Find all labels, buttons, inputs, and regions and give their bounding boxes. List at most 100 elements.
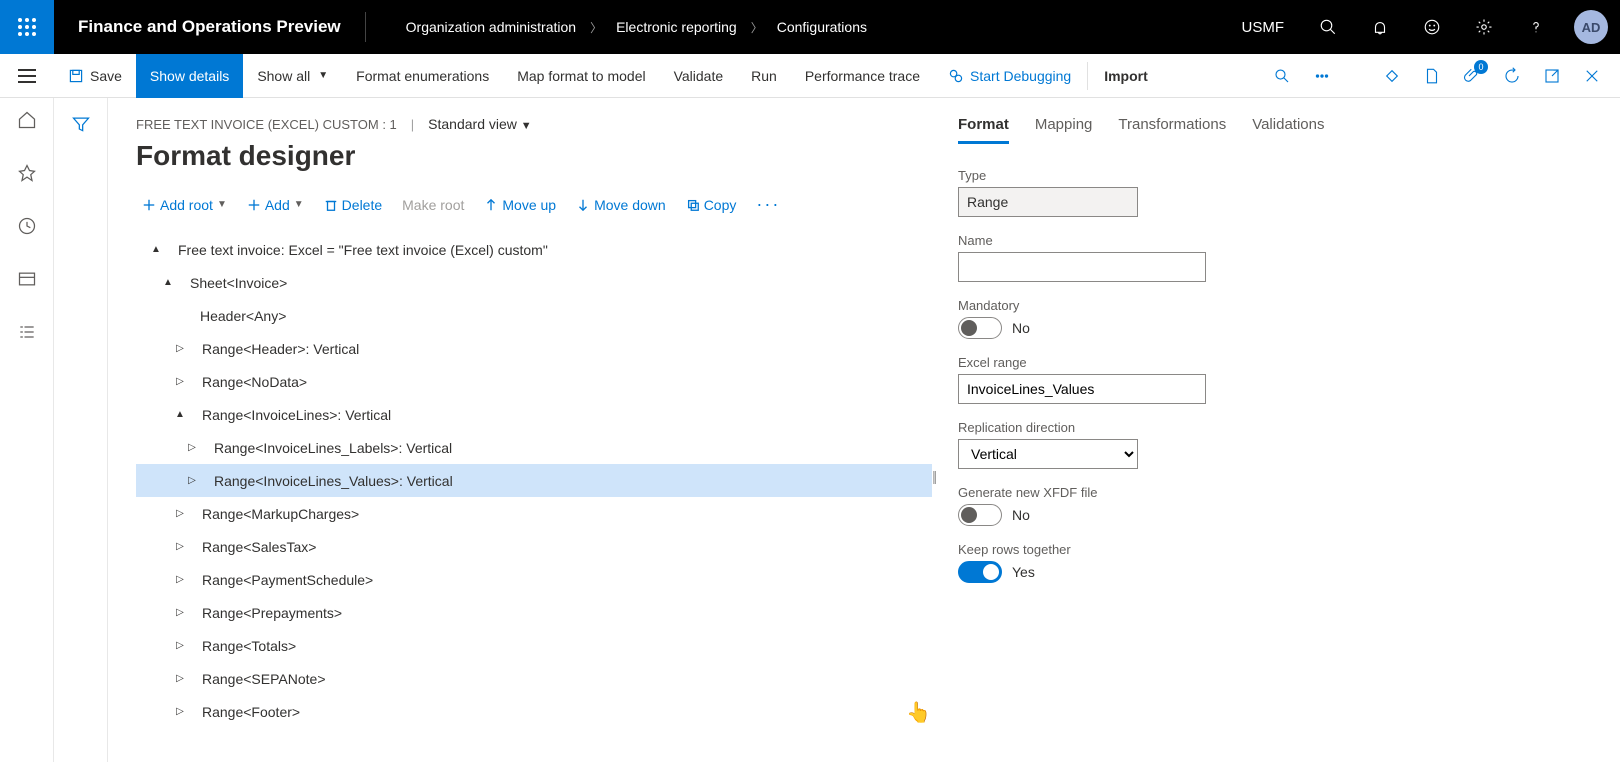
generate-xfdf-label: Generate new XFDF file (958, 485, 1620, 500)
more-button[interactable]: ··· (750, 190, 786, 219)
breadcrumb-item[interactable]: Organization administration (406, 19, 576, 35)
tree-node-range-salestax[interactable]: ▷Range<SalesTax> (136, 530, 932, 563)
home-icon[interactable] (17, 110, 37, 135)
type-field[interactable] (958, 187, 1138, 217)
move-up-button[interactable]: Move up (478, 193, 562, 217)
collapse-icon[interactable]: ▲ (172, 409, 188, 420)
expand-icon[interactable]: ▷ (172, 673, 188, 684)
add-root-button[interactable]: Add root ▼ (136, 193, 233, 217)
tree-node-range-invoicelines-values[interactable]: ▷Range<InvoiceLines_Values>: Vertical (136, 464, 932, 497)
view-selector[interactable]: Standard view ▼ (428, 116, 532, 132)
tree-node-root[interactable]: ▲Free text invoice: Excel = "Free text i… (136, 233, 932, 266)
expand-icon[interactable]: ▷ (184, 442, 200, 453)
keep-rows-toggle[interactable] (958, 561, 1002, 583)
performance-trace-button[interactable]: Performance trace (791, 54, 934, 98)
copy-button[interactable]: Copy (680, 193, 743, 217)
start-debugging-button[interactable]: Start Debugging (934, 54, 1085, 98)
tab-format[interactable]: Format (958, 116, 1009, 144)
hamburger-button[interactable] (0, 54, 54, 97)
help-icon[interactable] (1510, 0, 1562, 54)
app-launcher-button[interactable] (0, 0, 54, 54)
tab-transformations[interactable]: Transformations (1118, 116, 1226, 144)
chevron-right-icon: 〉 (590, 19, 602, 36)
star-icon[interactable] (17, 163, 37, 188)
breadcrumb-item[interactable]: Electronic reporting (616, 19, 737, 35)
right-pane: || Format Mapping Transformations Valida… (940, 98, 1620, 762)
expand-icon[interactable]: ▷ (172, 706, 188, 717)
show-details-button[interactable]: Show details (136, 54, 243, 98)
name-label: Name (958, 233, 1620, 248)
page-icon[interactable] (1412, 54, 1452, 98)
tree-node-range-paymentschedule[interactable]: ▷Range<PaymentSchedule> (136, 563, 932, 596)
keep-rows-label: Keep rows together (958, 542, 1620, 557)
attachment-icon[interactable]: 0 (1452, 54, 1492, 98)
refresh-icon[interactable] (1492, 54, 1532, 98)
show-all-button[interactable]: Show all ▼ (243, 54, 342, 98)
format-enumerations-button[interactable]: Format enumerations (342, 54, 503, 98)
company-label[interactable]: USMF (1224, 19, 1303, 36)
tree-node-range-nodata[interactable]: ▷Range<NoData> (136, 365, 932, 398)
expand-icon[interactable]: ▷ (184, 475, 200, 486)
expand-icon[interactable]: ▷ (172, 574, 188, 585)
mandatory-toggle[interactable] (958, 317, 1002, 339)
tab-validations[interactable]: Validations (1252, 116, 1324, 144)
map-format-button[interactable]: Map format to model (503, 54, 659, 98)
excel-range-label: Excel range (958, 355, 1620, 370)
run-button[interactable]: Run (737, 54, 791, 98)
tree-node-range-totals[interactable]: ▷Range<Totals> (136, 629, 932, 662)
bell-icon[interactable] (1354, 0, 1406, 54)
name-field[interactable] (958, 252, 1206, 282)
close-icon[interactable] (1572, 54, 1612, 98)
breadcrumb-item[interactable]: Configurations (777, 19, 867, 35)
move-down-button[interactable]: Move down (570, 193, 672, 217)
delete-button[interactable]: Delete (318, 193, 388, 217)
replication-direction-label: Replication direction (958, 420, 1620, 435)
expand-icon[interactable]: ▷ (172, 376, 188, 387)
header-pipe: | (411, 117, 414, 132)
expand-icon[interactable]: ▷ (172, 508, 188, 519)
popout-icon[interactable] (1532, 54, 1572, 98)
tree-view[interactable]: ▲Free text invoice: Excel = "Free text i… (136, 233, 940, 733)
excel-range-field[interactable] (958, 374, 1206, 404)
search-icon[interactable] (1302, 0, 1354, 54)
add-button[interactable]: Add ▼ (241, 193, 310, 217)
expand-icon[interactable]: ▷ (172, 343, 188, 354)
diamond-icon[interactable] (1372, 54, 1412, 98)
tree-node-header-any[interactable]: Header<Any> (136, 299, 932, 332)
expand-icon[interactable]: ▷ (172, 640, 188, 651)
smiley-icon[interactable] (1406, 0, 1458, 54)
replication-direction-select[interactable]: Vertical (958, 439, 1138, 469)
gear-icon[interactable] (1458, 0, 1510, 54)
tree-node-range-header[interactable]: ▷Range<Header>: Vertical (136, 332, 932, 365)
expand-icon[interactable]: ▷ (172, 607, 188, 618)
breadcrumb: Organization administration 〉 Electronic… (366, 19, 867, 36)
generate-xfdf-toggle[interactable] (958, 504, 1002, 526)
more-icon[interactable] (1302, 54, 1342, 98)
tree-node-range-invoicelines-labels[interactable]: ▷Range<InvoiceLines_Labels>: Vertical (136, 431, 932, 464)
validate-button[interactable]: Validate (660, 54, 738, 98)
tree-node-range-sepanote[interactable]: ▷Range<SEPANote> (136, 662, 932, 695)
clock-icon[interactable] (17, 216, 37, 241)
user-avatar[interactable]: AD (1574, 10, 1608, 44)
left-pane: FREE TEXT INVOICE (EXCEL) CUSTOM : 1 | S… (108, 98, 940, 762)
tree-node-range-prepayments[interactable]: ▷Range<Prepayments> (136, 596, 932, 629)
chevron-down-icon: ▼ (217, 199, 227, 210)
splitter-handle[interactable]: || (932, 468, 935, 484)
tree-node-sheet[interactable]: ▲Sheet<Invoice> (136, 266, 932, 299)
collapse-icon[interactable]: ▲ (148, 244, 164, 255)
workspace-icon[interactable] (17, 269, 37, 294)
tab-mapping[interactable]: Mapping (1035, 116, 1093, 144)
collapse-icon[interactable]: ▲ (160, 277, 176, 288)
tree-node-range-markup[interactable]: ▷Range<MarkupCharges> (136, 497, 932, 530)
tabs: Format Mapping Transformations Validatio… (952, 116, 1620, 144)
save-button[interactable]: Save (54, 54, 136, 98)
expand-icon[interactable]: ▷ (172, 541, 188, 552)
modules-icon[interactable] (17, 322, 37, 347)
chevron-down-icon: ▼ (521, 120, 532, 132)
tree-node-range-footer[interactable]: ▷Range<Footer> (136, 695, 932, 728)
generate-xfdf-value: No (1012, 507, 1030, 523)
filter-icon[interactable] (71, 114, 91, 139)
tree-node-range-invoicelines[interactable]: ▲Range<InvoiceLines>: Vertical (136, 398, 932, 431)
import-button[interactable]: Import (1090, 54, 1162, 98)
search-small-icon[interactable] (1262, 54, 1302, 98)
